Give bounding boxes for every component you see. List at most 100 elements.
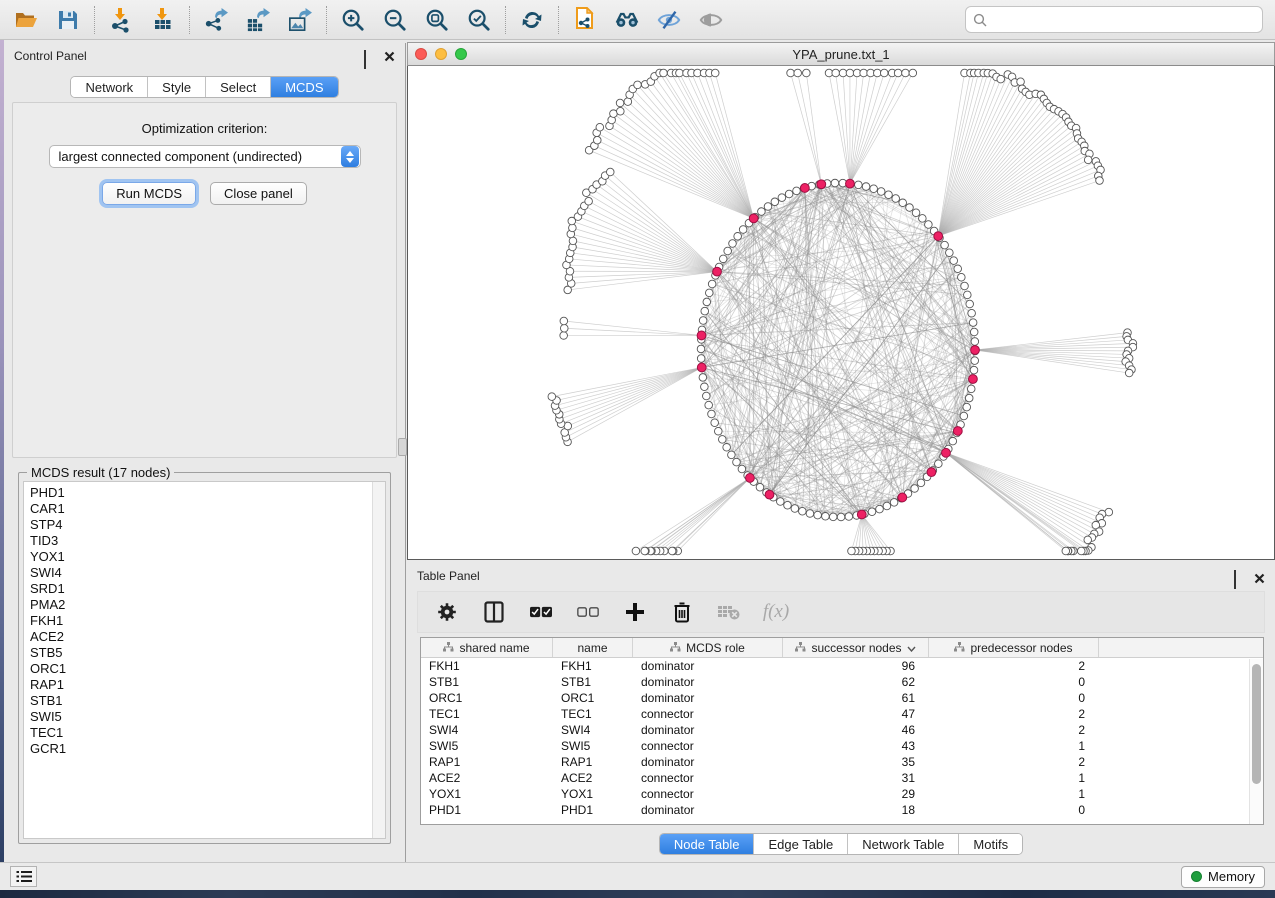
float-panel-icon[interactable]	[364, 51, 375, 62]
table-cell[interactable]: dominator	[633, 674, 783, 690]
show-columns-icon[interactable]	[483, 601, 505, 623]
task-history-button[interactable]	[10, 866, 37, 887]
table-cell[interactable]: ACE2	[553, 770, 633, 786]
table-cell[interactable]: 0	[929, 690, 1099, 706]
table-cell[interactable]: 62	[783, 674, 929, 690]
mcds-result-item[interactable]: PHD1	[30, 485, 385, 501]
table-row[interactable]: SWI5SWI5connector431	[421, 738, 1263, 754]
table-cell[interactable]: STB1	[553, 674, 633, 690]
table-scrollbar-thumb[interactable]	[1252, 664, 1261, 784]
table-cell[interactable]: 96	[783, 658, 929, 674]
tab-node-table[interactable]: Node Table	[660, 834, 755, 854]
column-header-predecessor-nodes[interactable]: predecessor nodes	[929, 638, 1099, 657]
save-session-icon[interactable]	[56, 8, 80, 32]
network-window-titlebar[interactable]: YPA_prune.txt_1	[407, 42, 1275, 66]
select-all-checks-icon[interactable]	[530, 601, 552, 623]
search-input[interactable]	[992, 13, 1255, 27]
table-cell[interactable]: STB1	[421, 674, 553, 690]
table-cell[interactable]: ORC1	[421, 690, 553, 706]
table-cell[interactable]: dominator	[633, 722, 783, 738]
table-cell[interactable]: TEC1	[553, 706, 633, 722]
table-cell[interactable]: SWI4	[421, 722, 553, 738]
close-panel-icon[interactable]	[384, 51, 395, 62]
table-cell[interactable]: connector	[633, 706, 783, 722]
network-graph[interactable]	[408, 66, 1274, 558]
close-panel-button[interactable]: Close panel	[210, 182, 307, 205]
table-cell[interactable]: PHD1	[421, 802, 553, 818]
add-column-icon[interactable]	[624, 601, 646, 623]
panel-splitter-handle[interactable]	[398, 438, 407, 456]
table-cell[interactable]: dominator	[633, 802, 783, 818]
run-mcds-button[interactable]: Run MCDS	[102, 182, 196, 205]
float-table-panel-icon[interactable]	[1234, 571, 1245, 582]
mcds-result-item[interactable]: ACE2	[30, 629, 385, 645]
network-search-box[interactable]	[965, 6, 1263, 33]
table-cell[interactable]: 46	[783, 722, 929, 738]
mcds-result-item[interactable]: STP4	[30, 517, 385, 533]
table-cell[interactable]: 1	[929, 786, 1099, 802]
table-cell[interactable]: dominator	[633, 690, 783, 706]
export-network-icon[interactable]	[204, 8, 228, 32]
table-row[interactable]: RAP1RAP1dominator352	[421, 754, 1263, 770]
table-cell[interactable]: 2	[929, 658, 1099, 674]
zoom-selected-icon[interactable]	[467, 8, 491, 32]
mcds-result-item[interactable]: TID3	[30, 533, 385, 549]
mcds-result-item[interactable]: FKH1	[30, 613, 385, 629]
hide-graphics-details-icon[interactable]	[657, 8, 681, 32]
search-network-icon[interactable]	[615, 8, 639, 32]
table-row[interactable]: TEC1TEC1connector472	[421, 706, 1263, 722]
table-cell[interactable]: SWI5	[553, 738, 633, 754]
zoom-fit-icon[interactable]	[425, 8, 449, 32]
tab-select[interactable]: Select	[206, 77, 271, 97]
table-cell[interactable]: 29	[783, 786, 929, 802]
mcds-result-item[interactable]: SWI5	[30, 709, 385, 725]
table-cell[interactable]: 0	[929, 802, 1099, 818]
table-cell[interactable]: SWI4	[553, 722, 633, 738]
table-cell[interactable]: 1	[929, 770, 1099, 786]
table-row[interactable]: STB1STB1dominator620	[421, 674, 1263, 690]
table-settings-gear-icon[interactable]	[436, 601, 458, 623]
network-canvas[interactable]	[407, 66, 1275, 560]
column-header-name[interactable]: name	[553, 638, 633, 657]
open-file-icon[interactable]	[14, 8, 38, 32]
memory-button[interactable]: Memory	[1181, 866, 1265, 888]
tab-mcds[interactable]: MCDS	[271, 77, 337, 97]
table-cell[interactable]: 0	[929, 674, 1099, 690]
mcds-result-item[interactable]: YOX1	[30, 549, 385, 565]
tab-network-table[interactable]: Network Table	[848, 834, 959, 854]
table-cell[interactable]: YOX1	[421, 786, 553, 802]
table-cell[interactable]: FKH1	[553, 658, 633, 674]
table-cell[interactable]: dominator	[633, 754, 783, 770]
refresh-view-icon[interactable]	[520, 8, 544, 32]
tab-style[interactable]: Style	[148, 77, 206, 97]
zoom-in-icon[interactable]	[341, 8, 365, 32]
table-cell[interactable]: connector	[633, 738, 783, 754]
column-header-successor-nodes[interactable]: successor nodes	[783, 638, 929, 657]
delete-columns-icon[interactable]	[671, 601, 693, 623]
table-cell[interactable]: 18	[783, 802, 929, 818]
table-cell[interactable]: RAP1	[421, 754, 553, 770]
show-graphics-details-icon[interactable]	[699, 8, 723, 32]
table-cell[interactable]: 31	[783, 770, 929, 786]
mcds-result-item[interactable]: RAP1	[30, 677, 385, 693]
table-row[interactable]: ORC1ORC1dominator610	[421, 690, 1263, 706]
import-table-icon[interactable]	[151, 8, 175, 32]
table-cell[interactable]: YOX1	[553, 786, 633, 802]
import-network-icon[interactable]	[109, 8, 133, 32]
table-cell[interactable]: RAP1	[553, 754, 633, 770]
export-table-icon[interactable]	[246, 8, 270, 32]
mcds-result-item[interactable]: ORC1	[30, 661, 385, 677]
table-row[interactable]: PHD1PHD1dominator180	[421, 802, 1263, 818]
tab-edge-table[interactable]: Edge Table	[754, 834, 848, 854]
table-cell[interactable]: FKH1	[421, 658, 553, 674]
mcds-result-item[interactable]: STB5	[30, 645, 385, 661]
mcds-result-item[interactable]: SWI4	[30, 565, 385, 581]
table-cell[interactable]: connector	[633, 786, 783, 802]
table-row[interactable]: FKH1FKH1dominator962	[421, 658, 1263, 674]
mcds-result-item[interactable]: SRD1	[30, 581, 385, 597]
tab-motifs[interactable]: Motifs	[959, 834, 1022, 854]
network-from-file-icon[interactable]	[573, 8, 597, 32]
table-cell[interactable]: 61	[783, 690, 929, 706]
criterion-dropdown[interactable]: largest connected component (undirected)	[49, 145, 361, 168]
list-scrollbar[interactable]	[372, 482, 385, 838]
